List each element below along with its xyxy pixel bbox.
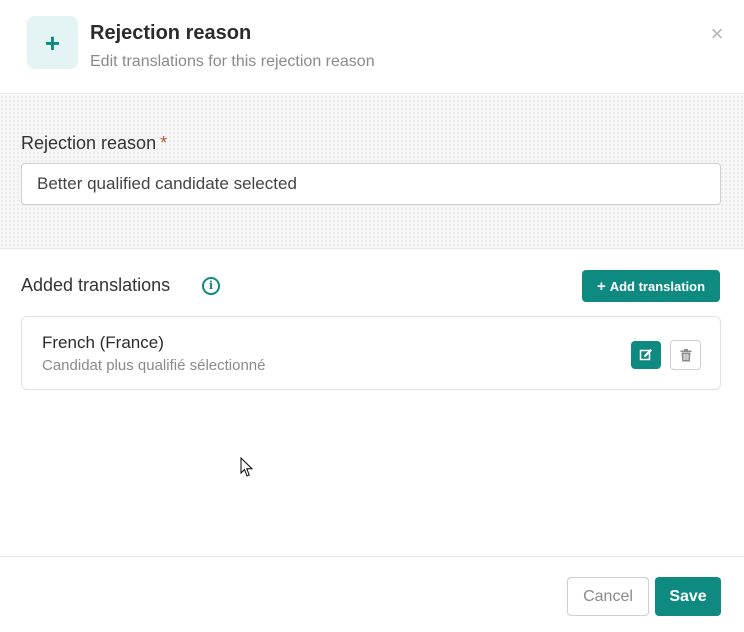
added-translations-heading: Added translations	[21, 275, 171, 295]
add-translation-label: Add translation	[609, 278, 706, 294]
mouse-cursor-icon	[240, 457, 254, 477]
translation-language: French (France)	[42, 333, 164, 352]
required-asterisk: *	[160, 133, 168, 153]
info-icon[interactable]: i	[202, 277, 220, 295]
plus-icon: +	[27, 16, 78, 69]
close-icon[interactable]: ×	[706, 23, 728, 45]
rejection-reason-label: Rejection reason *	[21, 133, 167, 154]
edit-translation-button[interactable]	[631, 341, 661, 369]
rejection-reason-input[interactable]	[21, 163, 721, 205]
modal-title: Rejection reason	[90, 22, 252, 44]
rejection-reason-section: Rejection reason *	[0, 95, 744, 249]
trash-icon	[680, 348, 691, 361]
plus-icon: +	[596, 277, 606, 295]
modal-footer: Cancel Save	[0, 556, 744, 632]
translation-card: French (France) Candidat plus qualifié s…	[21, 316, 721, 390]
rejection-reason-label-text: Rejection reason	[21, 133, 157, 153]
add-translation-button[interactable]: + Add translation	[582, 270, 720, 302]
edit-icon	[639, 349, 652, 361]
translation-text: Candidat plus qualifié sélectionné	[42, 357, 266, 374]
save-button[interactable]: Save	[655, 577, 721, 616]
delete-translation-button[interactable]	[670, 340, 701, 370]
modal-subtitle: Edit translations for this rejection rea…	[90, 53, 375, 70]
cancel-button[interactable]: Cancel	[567, 577, 649, 616]
modal-header: + Rejection reason Edit translations for…	[0, 0, 744, 94]
